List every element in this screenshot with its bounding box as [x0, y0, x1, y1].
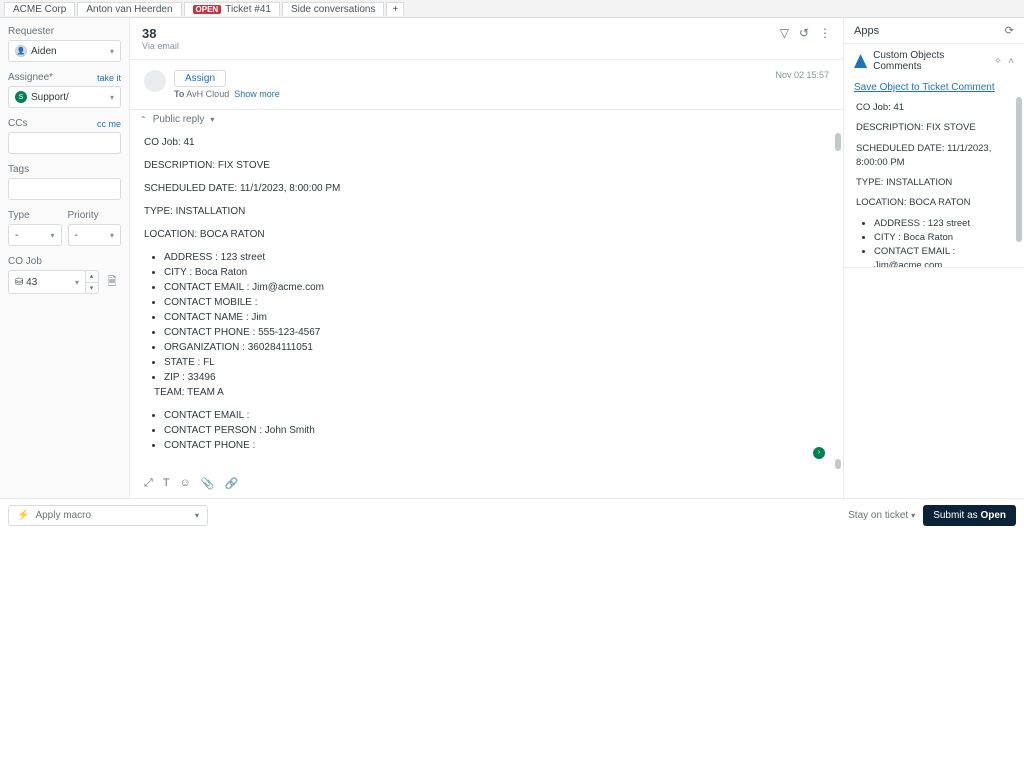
- cojob-view-icon[interactable]: 🗎: [103, 271, 121, 293]
- type-label: Type: [8, 210, 30, 221]
- chevron-down-icon: ▾: [210, 115, 214, 124]
- filter-icon[interactable]: ▽: [780, 26, 789, 40]
- expand-icon[interactable]: ⤢: [144, 477, 153, 490]
- footer-bar: ⚡ Apply macro ▾ Stay on ticket▾ Submit a…: [0, 498, 1024, 532]
- cojob-select[interactable]: ⛁ 43▾: [8, 270, 86, 294]
- ccs-input[interactable]: [8, 132, 121, 154]
- ticket-via: Via email: [142, 41, 179, 51]
- requester-select[interactable]: 👤Aiden▾: [8, 40, 121, 62]
- pin-icon[interactable]: ✧: [994, 56, 1002, 67]
- history-icon[interactable]: ↺: [799, 26, 809, 40]
- database-icon: ⛁: [15, 277, 23, 288]
- message-timestamp: Nov 02 15:57: [775, 70, 829, 99]
- tabs-bar: ACME Corp Anton van Heerden OPENTicket #…: [0, 0, 1024, 18]
- submit-button[interactable]: Submit as Open: [923, 505, 1016, 526]
- show-more-link[interactable]: Show more: [234, 89, 280, 99]
- chevron-down-icon: ▾: [195, 511, 199, 520]
- ccs-label: CCs: [8, 118, 27, 129]
- tags-label: Tags: [8, 164, 29, 175]
- assign-button[interactable]: Assign: [174, 70, 226, 87]
- reply-editor[interactable]: CO Job: 41 DESCRIPTION: FIX STOVE SCHEDU…: [130, 129, 843, 473]
- tab-ticket[interactable]: OPENTicket #41: [184, 2, 280, 16]
- stay-on-ticket-select[interactable]: Stay on ticket▾: [848, 510, 915, 521]
- tab-org[interactable]: ACME Corp: [4, 2, 75, 16]
- emoji-icon[interactable]: ☺: [180, 477, 191, 490]
- priority-label: Priority: [68, 210, 99, 221]
- type-select[interactable]: -▾: [8, 224, 62, 246]
- refresh-icon[interactable]: ⟳: [1005, 24, 1014, 37]
- more-icon[interactable]: ⋮: [819, 26, 831, 40]
- save-object-link[interactable]: Save Object to Ticket Comment: [844, 78, 1024, 97]
- lightning-icon: ⚡: [17, 510, 29, 521]
- app-logo-icon: [854, 54, 867, 68]
- chevron-down-icon: ▾: [50, 231, 54, 240]
- chevron-down-icon: ▾: [110, 47, 114, 56]
- tab-user[interactable]: Anton van Heerden: [77, 2, 181, 16]
- reply-mode-selector[interactable]: ⌃ Public reply ▾: [130, 110, 843, 129]
- scrollbar[interactable]: [835, 459, 841, 469]
- apply-macro-select[interactable]: ⚡ Apply macro ▾: [8, 505, 208, 526]
- assignee-label: Assignee*: [8, 72, 53, 83]
- presence-indicator: ›: [813, 447, 825, 459]
- link-icon[interactable]: 🔗: [224, 477, 238, 490]
- text-format-icon[interactable]: T: [163, 477, 170, 490]
- apps-panel: Apps ⟳ Custom Objects Comments ✧ ˄ Save …: [844, 18, 1024, 498]
- collapse-icon[interactable]: ˄: [1008, 56, 1014, 67]
- scrollbar[interactable]: [1016, 97, 1022, 242]
- conversation-panel: 38 Via email ▽ ↺ ⋮ Assign To AvH Cloud S…: [130, 18, 844, 498]
- tab-side-conversations[interactable]: Side conversations: [282, 2, 385, 16]
- message-row: Assign To AvH Cloud Show more Nov 02 15:…: [130, 60, 843, 109]
- cojob-label: CO Job: [8, 256, 42, 267]
- collapse-icon: ⌃: [140, 115, 147, 124]
- priority-select[interactable]: -▾: [68, 224, 122, 246]
- chevron-down-icon: ▾: [75, 278, 79, 287]
- chevron-down-icon: ▾: [110, 231, 114, 240]
- cojob-stepper[interactable]: ▴▾: [85, 270, 99, 294]
- apps-title: Apps: [854, 25, 879, 37]
- editor-toolbar: ⤢ T ☺ 📎 🔗: [130, 473, 843, 498]
- take-it-link[interactable]: take it: [97, 73, 121, 83]
- cc-me-link[interactable]: cc me: [97, 119, 121, 129]
- requester-label: Requester: [8, 26, 54, 37]
- assignee-select[interactable]: SSupport/▾: [8, 86, 121, 108]
- chevron-down-icon: ▾: [110, 93, 114, 102]
- scrollbar[interactable]: [835, 133, 841, 151]
- app-title: Custom Objects Comments: [873, 50, 988, 72]
- ticket-properties-panel: Requester 👤Aiden▾ Assignee* take it SSupp…: [0, 18, 130, 498]
- app-content: CO Job: 41 DESCRIPTION: FIX STOVE SCHEDU…: [844, 97, 1024, 267]
- avatar: [144, 70, 166, 92]
- tags-input[interactable]: [8, 178, 121, 200]
- attachment-icon[interactable]: 📎: [201, 477, 215, 490]
- tab-add[interactable]: +: [386, 2, 404, 16]
- ticket-subject: 38: [142, 26, 179, 41]
- app-card: Custom Objects Comments ✧ ˄ Save Object …: [844, 44, 1024, 268]
